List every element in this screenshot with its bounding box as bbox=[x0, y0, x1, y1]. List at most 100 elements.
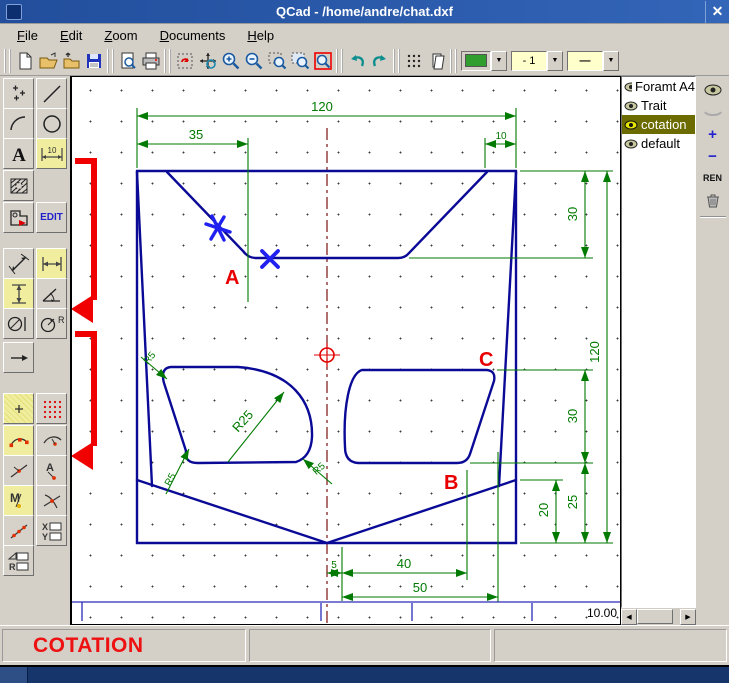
snap-grid-icon bbox=[40, 397, 64, 421]
arc-icon bbox=[7, 112, 31, 136]
add-layer-button[interactable]: + bbox=[701, 124, 725, 144]
dim-vertical-button[interactable] bbox=[3, 278, 34, 309]
pen-color-dropdown[interactable]: ▼ bbox=[461, 50, 507, 72]
tool-arc-button[interactable] bbox=[3, 108, 34, 139]
line-style-dropdown[interactable]: — ▼ bbox=[567, 50, 619, 72]
dim-ear-left: 35 bbox=[189, 127, 203, 142]
dim-width-top: 120 bbox=[311, 99, 333, 114]
toolbar-handle[interactable] bbox=[450, 49, 457, 73]
undo-button[interactable] bbox=[345, 49, 368, 73]
tool-circle-button[interactable] bbox=[36, 108, 67, 139]
status-cell-3 bbox=[494, 629, 727, 662]
layer-name: Trait bbox=[641, 98, 667, 113]
pen-width-dropdown[interactable]: - 1 ▼ bbox=[511, 50, 563, 72]
scroll-left-icon[interactable]: ◀ bbox=[621, 609, 637, 625]
layer-list[interactable]: Foramt A4 Trait cotation default bbox=[621, 76, 696, 608]
eye-icon[interactable] bbox=[624, 101, 638, 111]
tool-modify-button[interactable] bbox=[3, 202, 34, 233]
chevron-down-icon[interactable]: ▼ bbox=[491, 51, 507, 71]
tool-text-button[interactable]: A bbox=[3, 138, 34, 169]
snap-middle-button[interactable] bbox=[3, 455, 34, 486]
coordinate-polar-button[interactable]: R bbox=[3, 545, 34, 576]
import-file-button[interactable] bbox=[59, 49, 82, 73]
menu-help[interactable]: Help bbox=[238, 26, 283, 45]
menu-file[interactable]: File bbox=[8, 26, 47, 45]
zoom-window-button[interactable] bbox=[265, 49, 288, 73]
redraw-button[interactable] bbox=[173, 49, 196, 73]
layer-row-cotation[interactable]: cotation bbox=[622, 115, 695, 134]
remove-layer-button[interactable]: − bbox=[701, 146, 725, 166]
zoom-previous-button[interactable] bbox=[311, 49, 334, 73]
open-file-button[interactable] bbox=[36, 49, 59, 73]
zoom-pan-button[interactable] bbox=[288, 49, 311, 73]
zoom-out-button[interactable] bbox=[242, 49, 265, 73]
toolbar-handle[interactable] bbox=[393, 49, 400, 73]
rename-layer-button[interactable]: REN bbox=[701, 168, 725, 188]
grid-toggle-button[interactable] bbox=[402, 49, 425, 73]
hide-all-layers-button[interactable] bbox=[701, 102, 725, 122]
menu-documents[interactable]: Documents bbox=[151, 26, 235, 45]
print-preview-button[interactable] bbox=[116, 49, 139, 73]
toolbar-handle[interactable] bbox=[107, 49, 114, 73]
layer-listbox-wrap: Foramt A4 Trait cotation default bbox=[621, 76, 696, 625]
menu-edit[interactable]: Edit bbox=[51, 26, 91, 45]
coordinate-xy-button[interactable]: XY bbox=[36, 515, 67, 546]
desktop-taskbar[interactable] bbox=[0, 665, 729, 683]
snap-auto-button[interactable]: A bbox=[36, 455, 67, 486]
layer-row-trait[interactable]: Trait bbox=[622, 96, 695, 115]
snap-intersection-button[interactable] bbox=[36, 485, 67, 516]
toolbar-handle[interactable] bbox=[4, 49, 11, 73]
zoom-auto-button[interactable] bbox=[196, 49, 219, 73]
titlebar[interactable]: QCad - /home/andre/chat.dxf ✕ bbox=[0, 0, 729, 24]
toolbar-handle[interactable] bbox=[164, 49, 171, 73]
zoom-in-button[interactable] bbox=[219, 49, 242, 73]
tool-edit-button[interactable]: EDIT bbox=[36, 202, 67, 233]
snap-free-button[interactable] bbox=[3, 393, 34, 424]
snap-manual-button[interactable]: M bbox=[3, 485, 34, 516]
text-icon: A bbox=[7, 142, 31, 166]
zoom-auto-icon bbox=[198, 51, 218, 71]
eye-icon[interactable] bbox=[624, 120, 638, 130]
tool-hatch-button[interactable] bbox=[3, 170, 34, 201]
new-file-button[interactable] bbox=[13, 49, 36, 73]
layer-row-default[interactable]: default bbox=[622, 134, 695, 153]
delete-layer-button[interactable] bbox=[701, 190, 725, 210]
dim-radius-icon: R bbox=[39, 312, 65, 336]
dim-angular-button[interactable] bbox=[36, 278, 67, 309]
label-b: B bbox=[444, 472, 458, 494]
snap-endpoint-button[interactable] bbox=[3, 425, 34, 456]
save-file-button[interactable] bbox=[82, 49, 105, 73]
dim-horizontal-button[interactable] bbox=[36, 248, 67, 279]
layer-row-format[interactable]: Foramt A4 bbox=[622, 77, 695, 96]
eye-icon[interactable] bbox=[624, 82, 632, 92]
snap-on-entity-button[interactable] bbox=[36, 425, 67, 456]
tool-points-button[interactable] bbox=[3, 78, 34, 109]
snap-manual-icon: M bbox=[7, 489, 31, 513]
dim-diameter-button[interactable] bbox=[3, 308, 34, 339]
show-all-layers-button[interactable] bbox=[701, 80, 725, 100]
tool-line-button[interactable] bbox=[36, 78, 67, 109]
chevron-down-icon[interactable]: ▼ bbox=[547, 51, 563, 71]
printer-icon bbox=[141, 51, 161, 71]
scrollbar-thumb[interactable] bbox=[637, 609, 673, 624]
eye-icon[interactable] bbox=[624, 139, 638, 149]
toolbar-handle[interactable] bbox=[336, 49, 343, 73]
redo-button[interactable] bbox=[368, 49, 391, 73]
dim-big-radius: R25 bbox=[229, 407, 256, 435]
dim-leader-button[interactable] bbox=[3, 342, 34, 373]
scroll-right-icon[interactable]: ▶ bbox=[680, 609, 696, 625]
folder-up-icon bbox=[61, 51, 81, 71]
taskbar-segment[interactable] bbox=[0, 667, 28, 683]
dim-aligned-button[interactable] bbox=[3, 248, 34, 279]
menu-zoom[interactable]: Zoom bbox=[95, 26, 146, 45]
tool-dimension-button[interactable]: 10 bbox=[36, 138, 67, 169]
layer-list-hscrollbar[interactable]: ◀ ▶ bbox=[621, 608, 696, 625]
center-mark bbox=[314, 343, 340, 367]
chevron-down-icon[interactable]: ▼ bbox=[603, 51, 619, 71]
dim-radius-button[interactable]: R bbox=[36, 308, 67, 339]
layer-list-toggle-button[interactable] bbox=[425, 49, 448, 73]
drawing-canvas[interactable]: 120 35 10 30 120 30 25 20 5 40 50 R25 R5… bbox=[70, 76, 621, 625]
snap-grid-button[interactable] bbox=[36, 393, 67, 424]
print-button[interactable] bbox=[139, 49, 162, 73]
snap-distance-button[interactable] bbox=[3, 515, 34, 546]
